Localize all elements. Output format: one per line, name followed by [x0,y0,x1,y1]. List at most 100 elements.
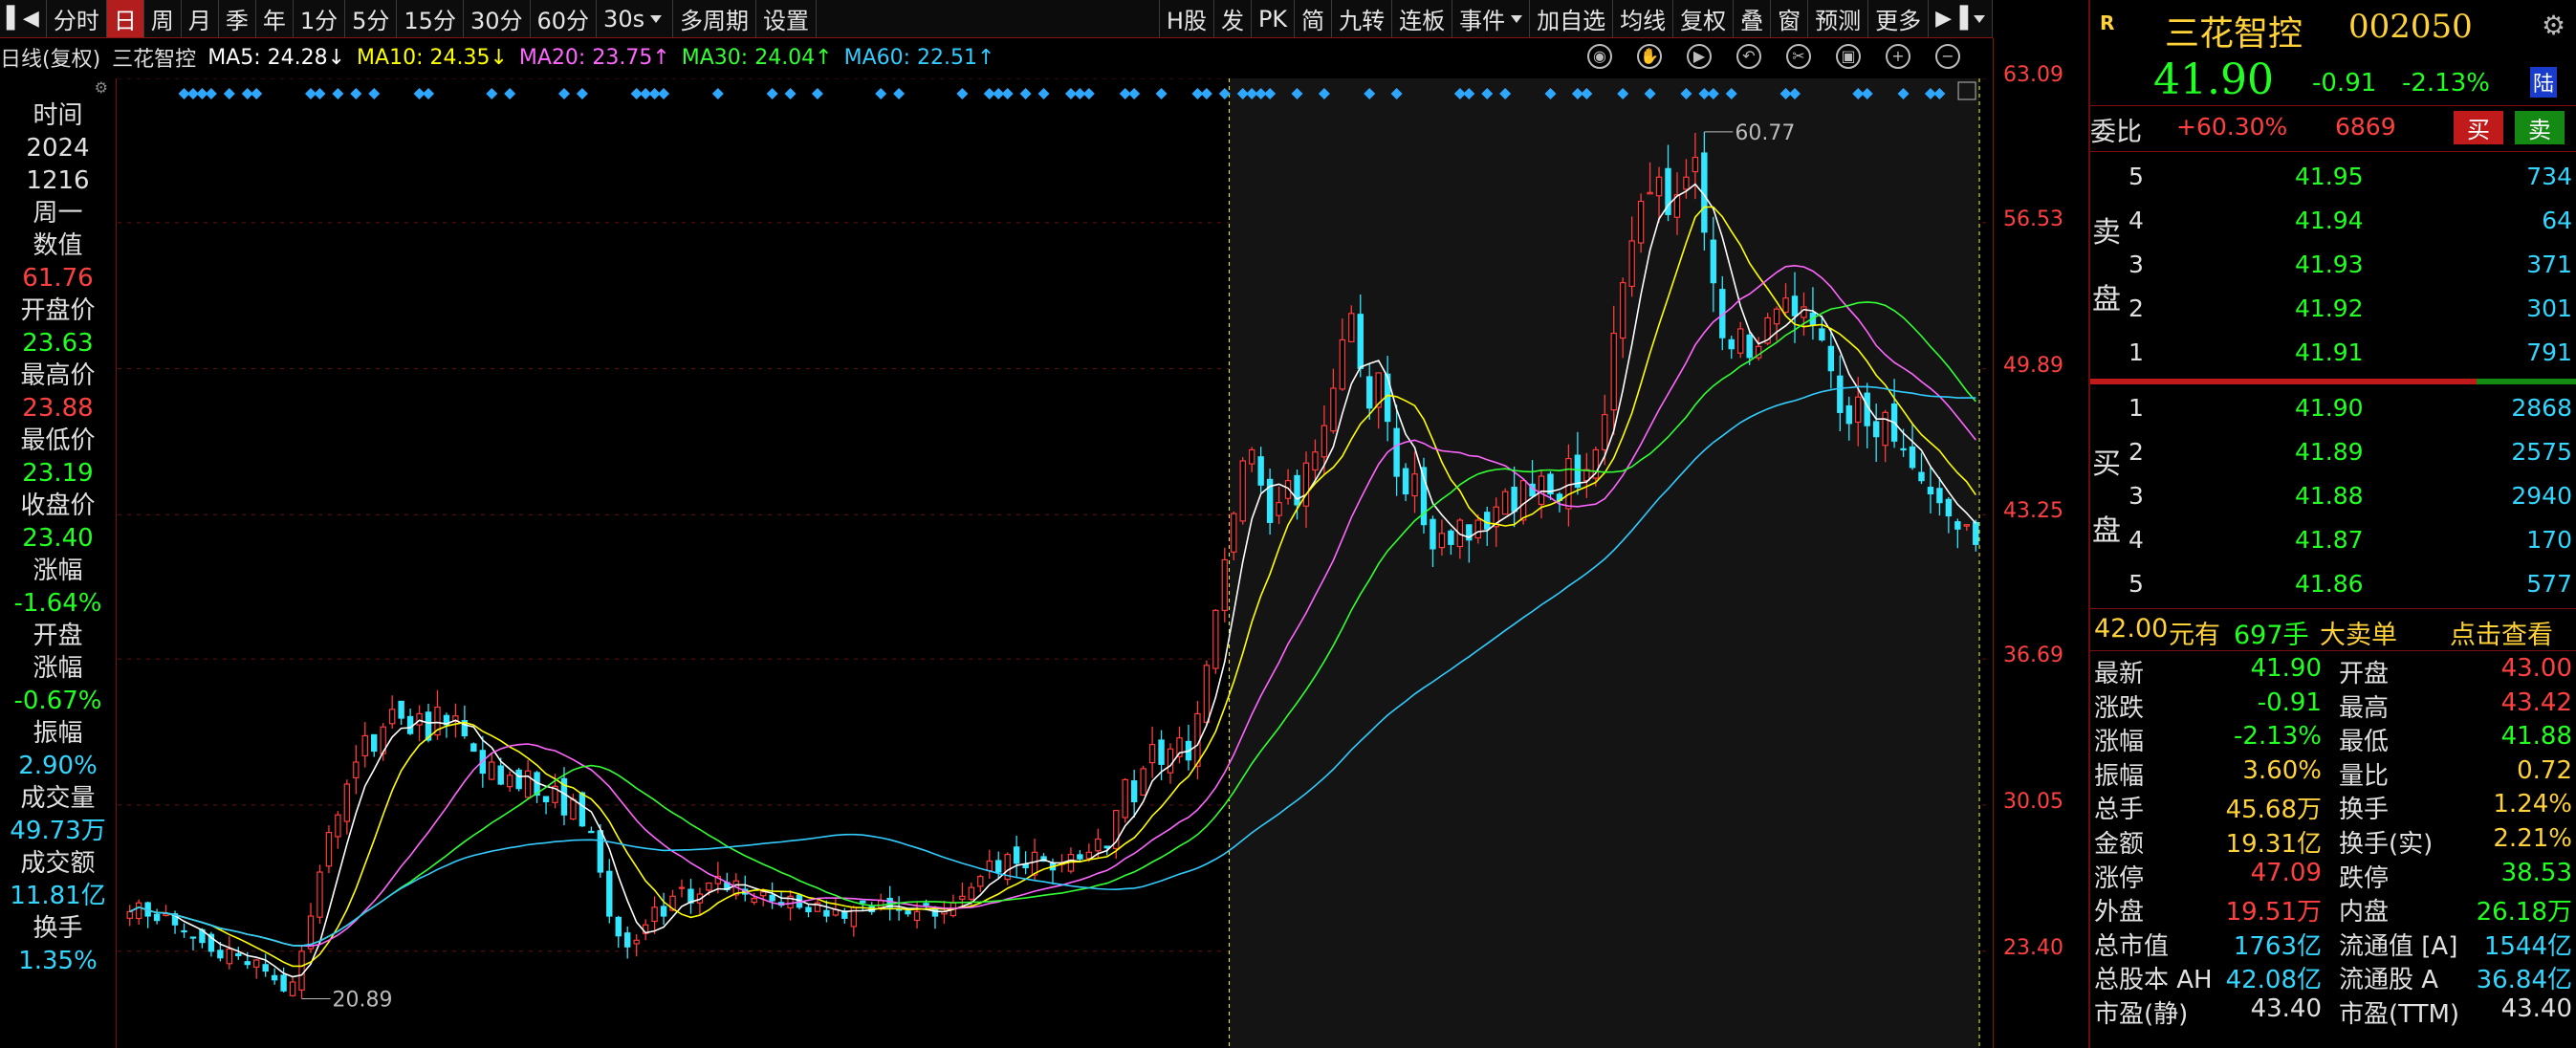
collapse-icon[interactable]: ▌◀ [0,0,47,37]
undo-icon[interactable]: ↶ [1736,44,1761,69]
multi-period-button[interactable]: 多周期 [673,0,757,37]
signal-marker [223,88,235,99]
axis-tick-0: 63.09 [2003,63,2063,87]
candle-body [353,761,360,779]
signal-marker [332,88,344,99]
bids-row-2[interactable]: 3 41.88 2940 [2090,476,2576,518]
candle-body [860,900,866,904]
toolbar-right2-1[interactable]: 均线 [1613,0,1674,37]
toolbar-right-1[interactable]: 发 [1214,0,1252,37]
play-icon[interactable]: ▶ [1687,44,1712,69]
zoom-in-icon[interactable]: + [1886,44,1910,69]
info-value-2-0: 23.63 [22,329,94,358]
candle-body [1302,462,1310,507]
signal-marker [1128,88,1141,99]
settings-button[interactable]: 设置 [756,0,818,37]
bids-row-3[interactable]: 4 41.87 170 [2090,520,2576,562]
toolbar-right-4[interactable]: 九转 [1332,0,1393,37]
bigorder-price: 42.00 [2094,614,2169,644]
big-order-row[interactable]: 42.00 元有 697手 大卖单 点击查看 [2090,612,2576,650]
candle-body [1484,512,1491,530]
period-tab-6[interactable]: 1分 [294,0,346,37]
candle-body [923,903,929,906]
toolbar-right-3[interactable]: 简 [1295,0,1333,37]
zoom-out-icon[interactable]: − [1935,44,1960,69]
period-tab-0[interactable]: 分时 [47,0,107,37]
chart-mode[interactable]: 日线(复权) [0,42,100,73]
period-select[interactable]: 30s [597,0,674,37]
settings-gear-icon[interactable]: ⚙ [2542,10,2565,41]
candle-body [1239,460,1246,522]
toolbar-right2-2[interactable]: 复权 [1673,0,1735,37]
bids-price: 41.89 [2295,438,2364,466]
axis-tick-6: 23.40 [2003,935,2063,960]
stat-row-9: 总股本 AH 42.08亿 流通股 A 36.84亿 [2090,960,2576,994]
stat-label-right: 换手 [2339,796,2390,825]
asks-volume: 734 [2526,163,2572,190]
toolbar-right2-3[interactable]: 叠 [1734,0,1772,37]
toolbar-right2-5[interactable]: 预测 [1808,0,1869,37]
toolbar-right-5[interactable]: 连板 [1392,0,1453,37]
eye-icon[interactable]: ◉ [1587,44,1612,69]
candle-body [1312,451,1319,471]
kline-chart[interactable]: 60.77 20.89 [118,78,1992,1048]
candle-body [1837,375,1844,413]
period-tab-4[interactable]: 季 [219,0,256,37]
toolbar-right-2[interactable]: PK [1252,0,1296,37]
asks-row-0[interactable]: 5 41.95 734 [2090,157,2576,199]
bids-row-0[interactable]: 1 41.90 2868 [2090,388,2576,430]
max-label: 60.77 [1735,121,1795,145]
toolbar-right2-0[interactable]: 加自选 [1530,0,1614,37]
period-tab-2[interactable]: 周 [144,0,182,37]
asks-row-3[interactable]: 2 41.92 301 [2090,289,2576,331]
period-tab-5[interactable]: 年 [256,0,294,37]
sell-button[interactable]: 卖 [2515,111,2565,144]
info-value-11-0: 11.81亿 [10,882,106,910]
asks-row-2[interactable]: 3 41.93 371 [2090,245,2576,287]
bids-volume: 2575 [2511,438,2572,466]
stat-value-right: 38.53 [2500,858,2572,887]
period-tab-9[interactable]: 30分 [464,0,531,37]
asks-level: 1 [2128,338,2144,366]
period-tab-8[interactable]: 15分 [397,0,464,37]
expand-icon[interactable]: ▶▐ [1929,0,1993,37]
period-tab-1[interactable]: 日 [106,0,144,37]
info-label-12: 换手 [33,914,83,943]
bids-row-1[interactable]: 2 41.89 2575 [2090,432,2576,474]
lock-icon[interactable]: ▣ [1836,44,1861,69]
toolbar-right2-4[interactable]: 窗 [1771,0,1809,37]
toolbar-right-6[interactable]: 事件 [1452,0,1531,37]
buy-button[interactable]: 买 [2454,111,2503,144]
toolbar-right2-6[interactable]: 更多 [1868,0,1930,37]
candle-body [317,871,323,918]
candle-body [1538,475,1545,506]
bids-volume: 2940 [2511,482,2572,510]
bids-volume: 170 [2526,526,2572,554]
candle-body [1791,295,1799,317]
stat-row-5: 金额 19.31亿 换手(实) 2.21% [2090,824,2576,859]
period-tab-10[interactable]: 60分 [531,0,598,37]
candle-body [398,700,404,719]
candle-body [1402,468,1409,495]
stat-row-7: 外盘 19.51万 内盘 26.18万 [2090,892,2576,927]
signal-marker [423,88,435,99]
period-tab-7[interactable]: 5分 [345,0,398,37]
candle-body [1158,739,1165,765]
info-label-2: 开盘价 [20,296,96,325]
cut-icon[interactable]: ✂ [1786,44,1811,69]
price-change-pct: -2.13% [2402,69,2490,98]
asks-row-4[interactable]: 1 41.91 791 [2090,333,2576,375]
candle-body [959,895,966,900]
info-value-12-0: 1.35% [18,947,98,975]
candle-body [1728,338,1735,350]
stat-value-left: 3.60% [2242,755,2322,785]
period-tab-3[interactable]: 月 [182,0,219,37]
asks-row-1[interactable]: 4 41.94 64 [2090,201,2576,243]
last-price: 41.90 [2153,55,2274,104]
info-label-9: 振幅 [33,719,83,748]
bigorder-link[interactable]: 点击查看 [2450,614,2553,651]
hand-icon[interactable]: ✋ [1637,44,1662,69]
bids-row-4[interactable]: 5 41.86 577 [2090,564,2576,606]
toolbar-right-0[interactable]: H股 [1160,0,1214,37]
kline-svg[interactable]: 60.77 20.89 [118,78,1992,1048]
